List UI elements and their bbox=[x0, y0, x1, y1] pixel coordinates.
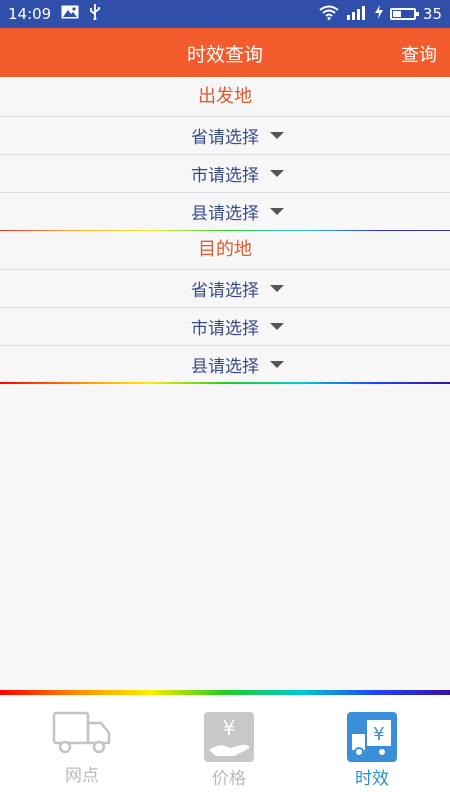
origin-city-select[interactable]: 市请选择 bbox=[0, 154, 450, 192]
battery-level: 35 bbox=[422, 5, 442, 23]
destination-section-title: 目的地 bbox=[198, 239, 252, 260]
origin-section-title: 出发地 bbox=[198, 86, 252, 107]
select-placeholder: 请选择 bbox=[208, 357, 259, 377]
select-placeholder: 请选择 bbox=[208, 166, 259, 186]
city-label: 市 bbox=[191, 319, 208, 339]
nav-item-timeliness[interactable]: ¥ 时效 bbox=[297, 695, 447, 800]
destination-city-select[interactable]: 市请选择 bbox=[0, 307, 450, 345]
bottom-nav: 网点 ¥ 价格 ¥ 时效 bbox=[0, 695, 450, 800]
city-label: 市 bbox=[191, 166, 208, 186]
dropdown-arrow-icon bbox=[270, 170, 284, 177]
destination-county-select[interactable]: 县请选择 bbox=[0, 345, 450, 383]
select-placeholder: 请选择 bbox=[208, 281, 259, 301]
price-hand-icon: ¥ bbox=[204, 712, 254, 766]
nav-item-price[interactable]: ¥ 价格 bbox=[154, 695, 304, 800]
dropdown-arrow-icon bbox=[270, 208, 284, 215]
timeliness-truck-icon: ¥ bbox=[347, 712, 397, 766]
title-bar: 时效查询 查询 bbox=[0, 28, 450, 77]
dropdown-arrow-icon bbox=[270, 323, 284, 330]
select-placeholder: 请选择 bbox=[208, 128, 259, 148]
charging-icon bbox=[374, 5, 383, 23]
truck-icon bbox=[52, 711, 112, 759]
nav-label: 时效 bbox=[355, 769, 389, 789]
image-notification-icon bbox=[61, 5, 79, 23]
battery-icon bbox=[389, 8, 419, 20]
status-bar: 14:09 35 bbox=[0, 0, 450, 28]
nav-label: 网点 bbox=[65, 766, 99, 786]
province-label: 省 bbox=[191, 281, 208, 301]
page-title: 时效查询 bbox=[186, 44, 263, 66]
county-label: 县 bbox=[191, 204, 208, 224]
wifi-icon bbox=[319, 5, 339, 24]
section-divider bbox=[0, 382, 450, 384]
province-label: 省 bbox=[191, 128, 208, 148]
dropdown-arrow-icon bbox=[270, 285, 284, 292]
nav-label: 价格 bbox=[212, 769, 246, 789]
query-button[interactable]: 查询 bbox=[401, 41, 437, 67]
dropdown-arrow-icon bbox=[270, 132, 284, 139]
svg-text:¥: ¥ bbox=[223, 716, 236, 740]
select-placeholder: 请选择 bbox=[208, 204, 259, 224]
usb-icon bbox=[89, 4, 101, 24]
dropdown-arrow-icon bbox=[270, 361, 284, 368]
nav-item-outlets[interactable]: 网点 bbox=[7, 695, 157, 800]
destination-province-select[interactable]: 省请选择 bbox=[0, 269, 450, 307]
signal-icon bbox=[346, 5, 368, 24]
origin-province-select[interactable]: 省请选择 bbox=[0, 116, 450, 154]
svg-text:¥: ¥ bbox=[373, 724, 384, 745]
county-label: 县 bbox=[191, 357, 208, 377]
origin-county-select[interactable]: 县请选择 bbox=[0, 192, 450, 230]
select-placeholder: 请选择 bbox=[208, 319, 259, 339]
status-time: 14:09 bbox=[8, 5, 52, 23]
